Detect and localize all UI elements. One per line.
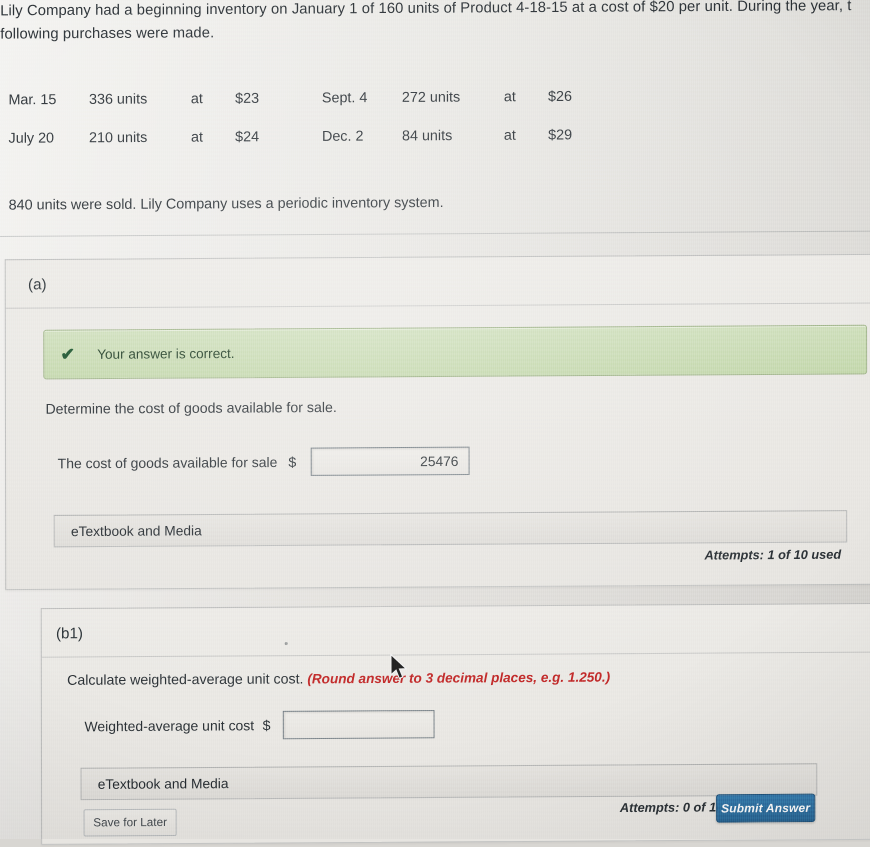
etextbook-and-media-a[interactable]: eTextbook and Media [53, 510, 848, 548]
correct-answer-text: Your answer is correct. [97, 345, 235, 362]
table-row: Mar. 15 336 units at $23 Sept. 4 272 uni… [8, 77, 615, 119]
section-a-answer-row: The cost of goods available for sale $ 2… [57, 446, 470, 478]
purchase-date: Mar. 15 [8, 91, 57, 109]
rounding-hint: (Round answer to 3 decimal places, e.g. … [307, 669, 611, 687]
purchase-at: at [503, 127, 516, 144]
purchase-date: July 20 [8, 130, 55, 147]
column-gap [303, 118, 322, 157]
check-icon: ✔ [60, 344, 75, 365]
section-b1-answer-label: Weighted-average unit cost [84, 717, 255, 734]
problem-line-2: following purchases were made. [0, 25, 215, 43]
section-a-label: (a) [5, 254, 870, 309]
section-b1-label: (b1) [41, 604, 870, 658]
save-for-later-button[interactable]: Save for Later [83, 808, 177, 837]
purchase-price: $26 [548, 88, 572, 106]
purchase-price: $29 [548, 127, 573, 144]
section-b1-answer-row: Weighted-average unit cost $ [84, 709, 435, 740]
purchase-price: $24 [235, 129, 260, 146]
etextbook-and-media-b1[interactable]: eTextbook and Media [80, 763, 818, 801]
section-b1-question: Calculate weighted-average unit cost. (R… [67, 668, 611, 688]
units-sold-statement: 840 units were sold. Lily Company uses a… [8, 194, 444, 214]
currency-symbol: $ [288, 453, 297, 470]
purchase-units: 272 units [401, 89, 461, 106]
submit-answer-button[interactable]: Submit Answer [716, 793, 816, 823]
mouse-cursor [389, 653, 409, 687]
cost-of-goods-available-input[interactable]: 25476 [310, 446, 470, 476]
correct-answer-banner: ✔ Your answer is correct. [43, 324, 868, 380]
etextbook-label: eTextbook and Media [70, 522, 202, 539]
purchase-units: 210 units [89, 129, 148, 147]
column-gap [303, 79, 322, 118]
dust-speck [284, 642, 288, 646]
purchase-at: at [503, 89, 516, 106]
section-a-question: Determine the cost of goods available fo… [45, 398, 337, 417]
purchases-table: Mar. 15 336 units at $23 Sept. 4 272 uni… [8, 77, 615, 158]
purchase-at: at [190, 90, 203, 108]
weighted-average-unit-cost-input[interactable] [282, 709, 435, 740]
purchase-at: at [190, 129, 203, 146]
purchase-price: $23 [235, 90, 260, 107]
section-b1-question-text: Calculate weighted-average unit cost. [67, 670, 304, 688]
currency-symbol: $ [262, 717, 271, 734]
etextbook-label: eTextbook and Media [97, 775, 229, 792]
purchase-units: 336 units [88, 91, 148, 108]
purchase-units: 84 units [401, 127, 453, 145]
section-a-answer-label: The cost of goods available for sale [57, 454, 278, 471]
purchase-date: Sept. 4 [321, 89, 368, 107]
table-row: July 20 210 units at $24 Dec. 2 84 units… [9, 116, 616, 158]
problem-statement: Lily Company had a beginning inventory o… [0, 0, 870, 47]
purchase-date: Dec. 2 [321, 128, 364, 145]
section-a-attempts: Attempts: 1 of 10 used [704, 547, 842, 563]
section-divider [0, 230, 870, 237]
